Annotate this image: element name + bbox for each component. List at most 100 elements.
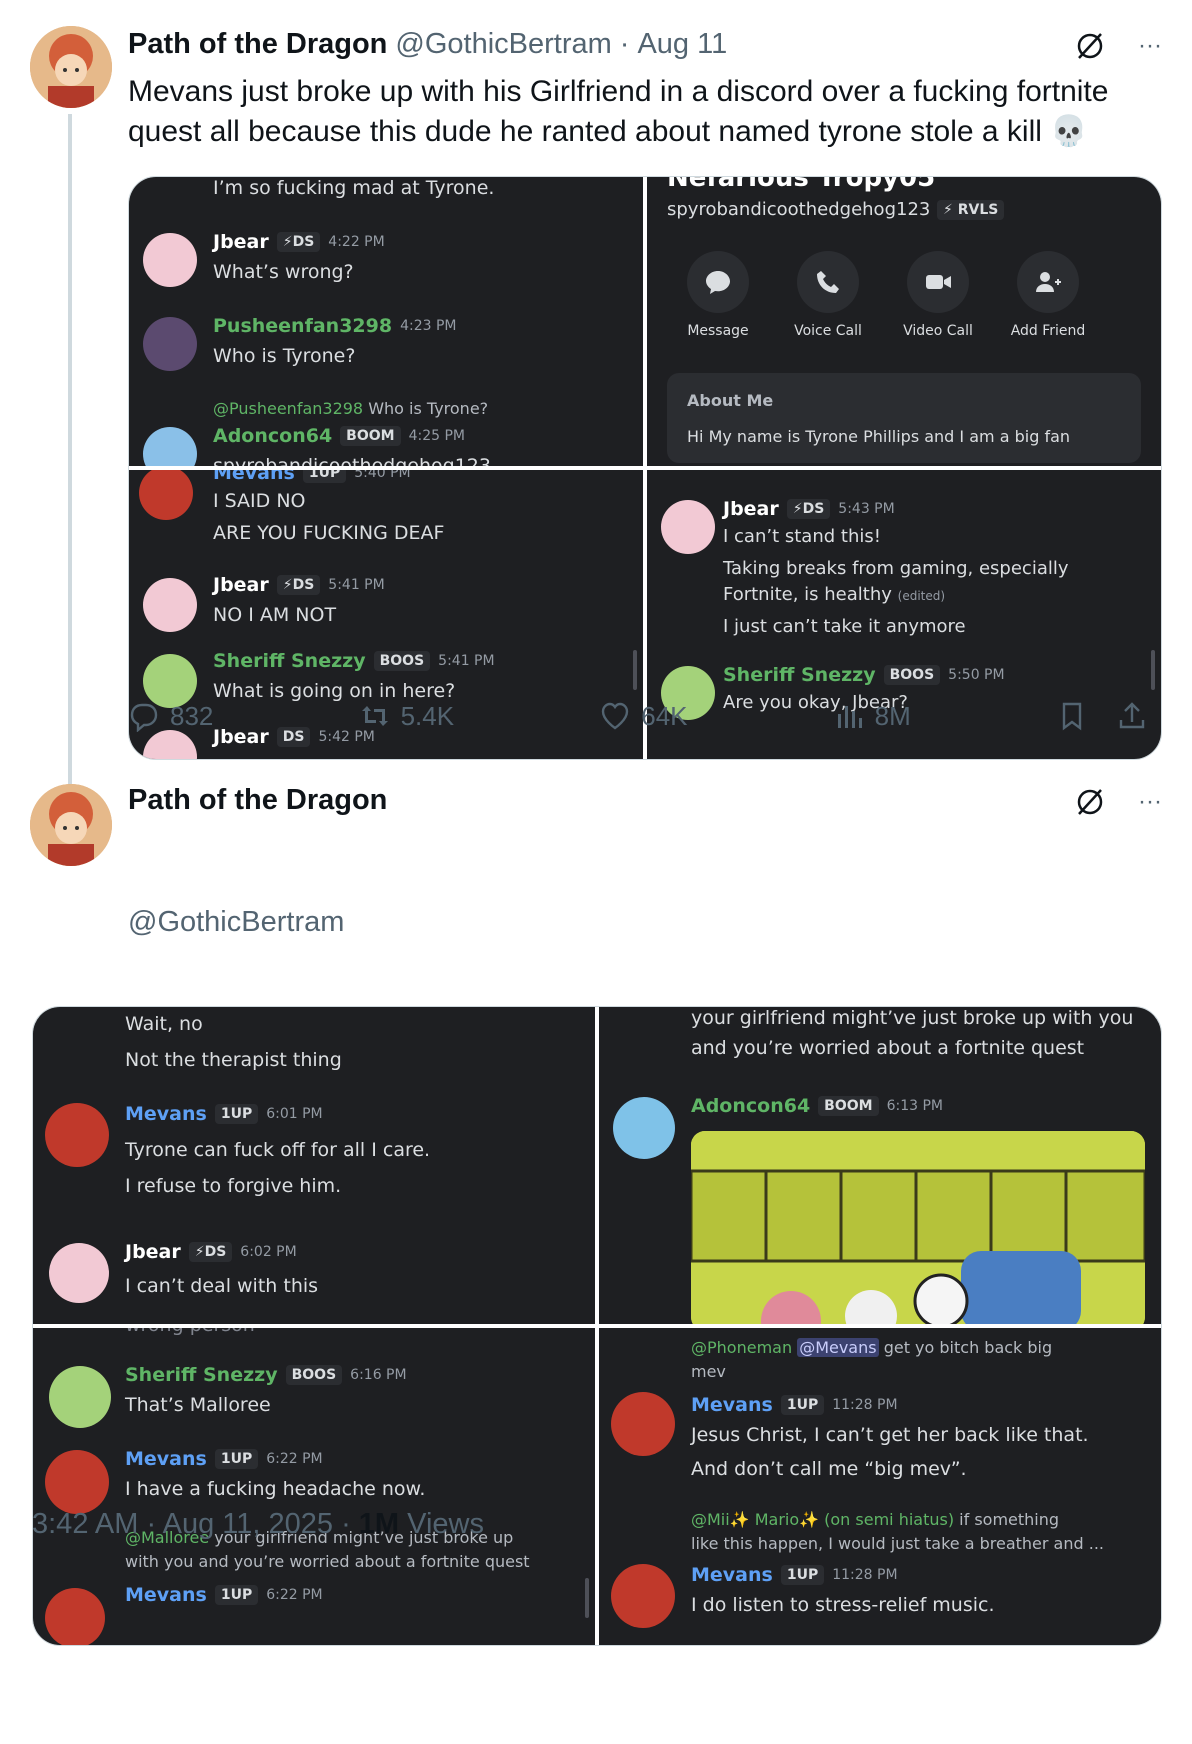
discord-screenshot-5[interactable]: Wait, no Not the therapist thing Mevans 1… [33, 1007, 595, 1324]
text-span: Who is Tyrone? [368, 399, 489, 418]
attached-image[interactable] [691, 1131, 1145, 1324]
username[interactable]: Adoncon64 BOOM 4:25 PM [213, 425, 465, 447]
about-me-card: About Me Hi My name is Tyrone Phillips a… [667, 373, 1141, 463]
message-text: spyrobandicoothedgehog123 [213, 455, 491, 466]
repost-button[interactable]: 5.4K [359, 700, 454, 732]
discord-screenshot-8[interactable]: @Phoneman @Mevans get yo bitch back big … [599, 1328, 1161, 1645]
username[interactable]: Mevans 1UP 6:22 PM [125, 1448, 323, 1470]
avatar [143, 427, 197, 466]
username[interactable]: Jbear ⚡DS 6:02 PM [125, 1241, 297, 1263]
scrollbar[interactable] [633, 650, 637, 690]
voice-call-button[interactable]: Voice Call [773, 251, 883, 339]
message-text: and you’re worried about a fortnite ques… [691, 1037, 1085, 1059]
tweet-header-icons: ··· [1072, 28, 1168, 64]
role-tag: BOOS [285, 1365, 343, 1385]
text-span: Fortnite, is healthy [723, 584, 892, 605]
display-name[interactable]: Path of the Dragon [128, 784, 387, 817]
text-span: Voice Call [794, 323, 862, 339]
more-icon[interactable]: ··· [1132, 28, 1168, 64]
role-tag: BOOM [818, 1096, 879, 1116]
username[interactable]: Jbear ⚡DS 4:22 PM [213, 231, 385, 253]
media-grid-1: I’m so fucking mad at Tyrone. Jbear ⚡DS 4:… [128, 176, 1162, 760]
message-time: 4:25 PM [408, 428, 465, 444]
role-tag: 1UP [214, 1104, 259, 1124]
text-span: Mevans [125, 1448, 207, 1470]
text-span: Adoncon64 [691, 1095, 811, 1117]
phone-icon [797, 251, 859, 313]
username[interactable]: Mevans 1UP 5:40 PM [213, 470, 411, 484]
role-tag: ⚡DS [276, 232, 321, 252]
username[interactable]: Adoncon64 BOOM 6:13 PM [691, 1095, 943, 1117]
video-call-button[interactable]: Video Call [883, 251, 993, 339]
profile-tag: ⚡ RVLS [937, 197, 1005, 220]
message-text: Fortnite, is healthy (edited) [723, 584, 945, 605]
avatar[interactable] [30, 26, 112, 108]
discord-screenshot-7[interactable]: wrong person Sheriff Snezzy BOOS 6:16 PM T… [33, 1328, 595, 1645]
user-handle[interactable]: @GothicBertram [128, 906, 344, 939]
message-time: (edited) [897, 589, 946, 603]
scrollbar[interactable] [585, 1578, 589, 1618]
avatar [49, 1243, 109, 1303]
share-icon[interactable] [1116, 700, 1148, 732]
message-time: 11:28 PM [832, 1567, 898, 1583]
like-button[interactable]: 64K [599, 700, 688, 732]
username[interactable]: Mevans 1UP 11:28 PM [691, 1564, 898, 1586]
username[interactable]: Jbear ⚡DS 5:43 PM [723, 498, 895, 520]
username[interactable]: Jbear ⚡DS 5:41 PM [213, 574, 385, 596]
message-button[interactable]: Message [663, 251, 773, 339]
tweet-actions: 832 5.4K 64K 8M [128, 700, 1148, 732]
role-tag: BOOS [373, 651, 431, 671]
tweet-date[interactable]: Aug 11 [637, 28, 727, 61]
username[interactable]: Sheriff Snezzy BOOS 5:50 PM [723, 664, 1005, 686]
username[interactable]: Sheriff Snezzy BOOS 6:16 PM [125, 1364, 407, 1386]
username[interactable]: Mevans 1UP 11:28 PM [691, 1394, 898, 1416]
text-span: Jbear [723, 498, 779, 520]
avatar [611, 1564, 675, 1628]
bookmark-icon[interactable] [1056, 700, 1088, 732]
username[interactable]: Mevans 1UP 6:01 PM [125, 1103, 323, 1125]
text-span: Mevans [125, 1103, 207, 1125]
tweet-body: Mevans just broke up with his Girlfriend… [128, 75, 1109, 148]
message-text: What is going on in here? [213, 680, 456, 702]
message-time: 5:50 PM [948, 667, 1005, 683]
role-tag: 1UP [214, 1585, 259, 1605]
add-user-icon [1017, 251, 1079, 313]
username[interactable]: Sheriff Snezzy BOOS 5:41 PM [213, 650, 495, 672]
text-span: Jbear [213, 231, 269, 253]
role-tag: 1UP [780, 1565, 825, 1585]
views-button[interactable]: 8M [833, 700, 911, 732]
text-span: get yo bitch back big [883, 1338, 1053, 1357]
user-handle[interactable]: @GothicBertram [395, 28, 611, 61]
avatar[interactable] [30, 784, 112, 866]
message-text: And don’t call me “big mev”. [691, 1458, 967, 1480]
role-tag: BOOM [340, 426, 401, 446]
text-span: Mevans [213, 470, 295, 484]
username[interactable]: Pusheenfan3298 4:23 PM [213, 315, 457, 337]
reply-preview-2: with you and you’re worried about a fort… [125, 1552, 530, 1571]
grok-icon[interactable] [1072, 28, 1108, 64]
username[interactable]: Mevans 1UP 6:22 PM [125, 1584, 323, 1606]
reply-button[interactable]: 832 [128, 700, 213, 732]
grok-icon[interactable] [1072, 784, 1108, 820]
role-tag: BOOS [883, 665, 941, 685]
text-span: @Mevans [797, 1338, 879, 1357]
discord-screenshot-6[interactable]: your girlfriend might’ve just broke up w… [599, 1007, 1161, 1324]
text-span: @Mii✨ Mario✨ (on semi hiatus) [691, 1510, 955, 1529]
text-span: Add Friend [1010, 323, 1086, 339]
scrollbar[interactable] [1151, 650, 1155, 690]
message-text: Wait, no [125, 1013, 203, 1035]
message-text: I do listen to stress-relief music. [691, 1594, 995, 1616]
skull-emoji: 💀 [1050, 115, 1088, 148]
message-text: I refuse to forgive him. [125, 1175, 342, 1197]
tweet-timestamp[interactable]: 3:42 AM · Aug 11, 2025 · 1M Views [32, 1508, 484, 1541]
more-icon[interactable]: ··· [1132, 784, 1168, 820]
message-time: 5:40 PM [354, 470, 411, 481]
views-count: 1M [358, 1508, 400, 1540]
display-name[interactable]: Path of the Dragon [128, 28, 387, 61]
video-icon [907, 251, 969, 313]
message-text: Not the therapist thing [125, 1049, 342, 1071]
discord-screenshot-1[interactable]: I’m so fucking mad at Tyrone. Jbear ⚡DS 4:… [129, 177, 643, 466]
add-friend-button[interactable]: Add Friend [993, 251, 1103, 339]
text-span: Mevans [691, 1564, 773, 1586]
discord-screenshot-2[interactable]: Nefarious Tropy05 spyrobandicoothedgehog… [647, 177, 1161, 466]
